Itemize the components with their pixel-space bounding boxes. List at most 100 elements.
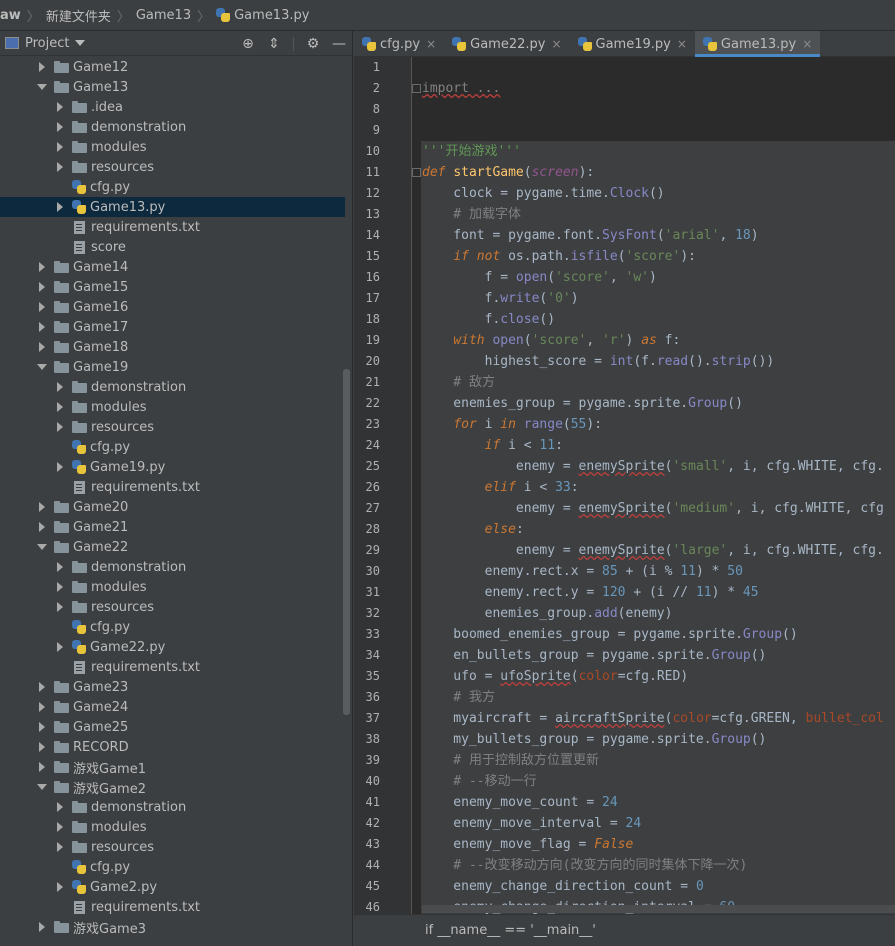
- chevron-right-icon[interactable]: [36, 501, 48, 513]
- chevron-right-icon[interactable]: [36, 761, 48, 773]
- tree-file-item[interactable]: cfg.py: [0, 617, 345, 637]
- tree-folder-item[interactable]: Game25: [0, 717, 345, 737]
- tree-folder-item[interactable]: 游戏Game3: [0, 917, 345, 937]
- chevron-right-icon[interactable]: [54, 801, 66, 813]
- code-context-label[interactable]: if __name__ == '__main__': [425, 923, 596, 938]
- chevron-right-icon[interactable]: [36, 261, 48, 273]
- chevron-right-icon[interactable]: [36, 521, 48, 533]
- tree-folder-item[interactable]: modules: [0, 397, 345, 417]
- tree-file-item[interactable]: cfg.py: [0, 177, 345, 197]
- tree-folder-item[interactable]: resources: [0, 417, 345, 437]
- code-editor[interactable]: 1 2 8 9 10 11 12 13 14 15 16 17 18 19 20 21 22 23 24 25 26 27…: [354, 57, 895, 914]
- chevron-down-icon[interactable]: [36, 541, 48, 553]
- project-tree-scrollbar[interactable]: [343, 369, 350, 715]
- tree-folder-item[interactable]: Game19: [0, 357, 345, 377]
- chevron-down-icon[interactable]: [36, 361, 48, 373]
- close-icon[interactable]: ×: [677, 37, 687, 51]
- chevron-right-icon[interactable]: [54, 381, 66, 393]
- tree-folder-item[interactable]: Game16: [0, 297, 345, 317]
- chevron-right-icon[interactable]: [36, 921, 48, 933]
- tree-folder-item[interactable]: resources: [0, 157, 345, 177]
- breadcrumb-item[interactable]: Game13: [136, 8, 191, 23]
- tree-file-item[interactable]: Game13.py: [0, 197, 345, 217]
- tree-file-item[interactable]: score: [0, 237, 345, 257]
- tree-folder-item[interactable]: Game20: [0, 497, 345, 517]
- locate-file-icon[interactable]: ⊕: [241, 37, 255, 51]
- tree-folder-item[interactable]: demonstration: [0, 797, 345, 817]
- tree-folder-item[interactable]: Game23: [0, 677, 345, 697]
- hide-panel-icon[interactable]: —: [332, 37, 346, 51]
- tree-file-item[interactable]: cfg.py: [0, 437, 345, 457]
- chevron-down-icon[interactable]: [36, 781, 48, 793]
- chevron-right-icon[interactable]: [54, 641, 66, 653]
- chevron-down-icon[interactable]: [36, 81, 48, 93]
- breadcrumb-item[interactable]: 新建文件夹: [46, 6, 111, 25]
- tree-folder-item[interactable]: Game18: [0, 337, 345, 357]
- chevron-right-icon[interactable]: [54, 141, 66, 153]
- chevron-right-icon[interactable]: [54, 841, 66, 853]
- chevron-right-icon[interactable]: [54, 421, 66, 433]
- tree-folder-item[interactable]: Game14: [0, 257, 345, 277]
- gear-icon[interactable]: ⚙: [306, 37, 320, 51]
- editor-tab[interactable]: Game22.py ×: [444, 31, 569, 57]
- tree-folder-item[interactable]: Game15: [0, 277, 345, 297]
- chevron-right-icon[interactable]: [54, 121, 66, 133]
- editor-tab[interactable]: Game19.py ×: [570, 31, 695, 57]
- chevron-right-icon[interactable]: [54, 601, 66, 613]
- tree-folder-item[interactable]: modules: [0, 577, 345, 597]
- chevron-right-icon[interactable]: [36, 281, 48, 293]
- fold-marker-icon[interactable]: [412, 168, 421, 177]
- tree-file-item[interactable]: requirements.txt: [0, 657, 345, 677]
- tree-folder-item[interactable]: 游戏Game1: [0, 757, 345, 777]
- chevron-right-icon[interactable]: [54, 581, 66, 593]
- tree-folder-item[interactable]: demonstration: [0, 117, 345, 137]
- tree-file-item[interactable]: requirements.txt: [0, 217, 345, 237]
- tree-folder-item[interactable]: RECORD: [0, 737, 345, 757]
- chevron-right-icon[interactable]: [54, 401, 66, 413]
- tree-folder-item[interactable]: Game17: [0, 317, 345, 337]
- tree-file-item[interactable]: cfg.py: [0, 857, 345, 877]
- tree-folder-item[interactable]: demonstration: [0, 557, 345, 577]
- breadcrumb-item[interactable]: aw: [0, 8, 21, 23]
- chevron-right-icon[interactable]: [36, 61, 48, 73]
- chevron-right-icon[interactable]: [54, 561, 66, 573]
- close-icon[interactable]: ×: [426, 37, 436, 51]
- chevron-right-icon[interactable]: [36, 741, 48, 753]
- tree-folder-item[interactable]: resources: [0, 837, 345, 857]
- tree-folder-item[interactable]: Game13: [0, 77, 345, 97]
- chevron-right-icon[interactable]: [54, 821, 66, 833]
- tree-file-item[interactable]: requirements.txt: [0, 897, 345, 917]
- fold-marker-icon[interactable]: [412, 84, 421, 93]
- tree-folder-item[interactable]: modules: [0, 817, 345, 837]
- collapse-all-icon[interactable]: ⇕: [267, 37, 281, 51]
- tree-file-item[interactable]: Game22.py: [0, 637, 345, 657]
- chevron-right-icon[interactable]: [36, 681, 48, 693]
- chevron-right-icon[interactable]: [54, 881, 66, 893]
- editor-tab[interactable]: Game13.py ×: [694, 31, 821, 57]
- tree-folder-item[interactable]: resources: [0, 597, 345, 617]
- chevron-right-icon[interactable]: [36, 341, 48, 353]
- project-view-selector[interactable]: Project: [25, 36, 69, 51]
- chevron-right-icon[interactable]: [54, 161, 66, 173]
- chevron-right-icon[interactable]: [36, 321, 48, 333]
- breadcrumb-item[interactable]: Game13.py: [216, 8, 309, 23]
- chevron-right-icon[interactable]: [36, 301, 48, 313]
- chevron-right-icon[interactable]: [36, 721, 48, 733]
- tree-file-item[interactable]: Game2.py: [0, 877, 345, 897]
- tree-file-item[interactable]: Game19.py: [0, 457, 345, 477]
- horizontal-scrollbar[interactable]: [422, 905, 895, 913]
- chevron-right-icon[interactable]: [54, 101, 66, 113]
- close-icon[interactable]: ×: [802, 37, 812, 51]
- chevron-right-icon[interactable]: [36, 701, 48, 713]
- tree-folder-item[interactable]: modules: [0, 137, 345, 157]
- chevron-right-icon[interactable]: [54, 201, 66, 213]
- close-icon[interactable]: ×: [551, 37, 561, 51]
- tree-folder-item[interactable]: Game12: [0, 57, 345, 77]
- tree-folder-item[interactable]: Game22: [0, 537, 345, 557]
- tree-folder-item[interactable]: .idea: [0, 97, 345, 117]
- tree-file-item[interactable]: requirements.txt: [0, 477, 345, 497]
- chevron-down-icon[interactable]: [75, 40, 86, 46]
- chevron-right-icon[interactable]: [54, 461, 66, 473]
- editor-tab[interactable]: cfg.py ×: [354, 31, 444, 57]
- tree-folder-item[interactable]: Game21: [0, 517, 345, 537]
